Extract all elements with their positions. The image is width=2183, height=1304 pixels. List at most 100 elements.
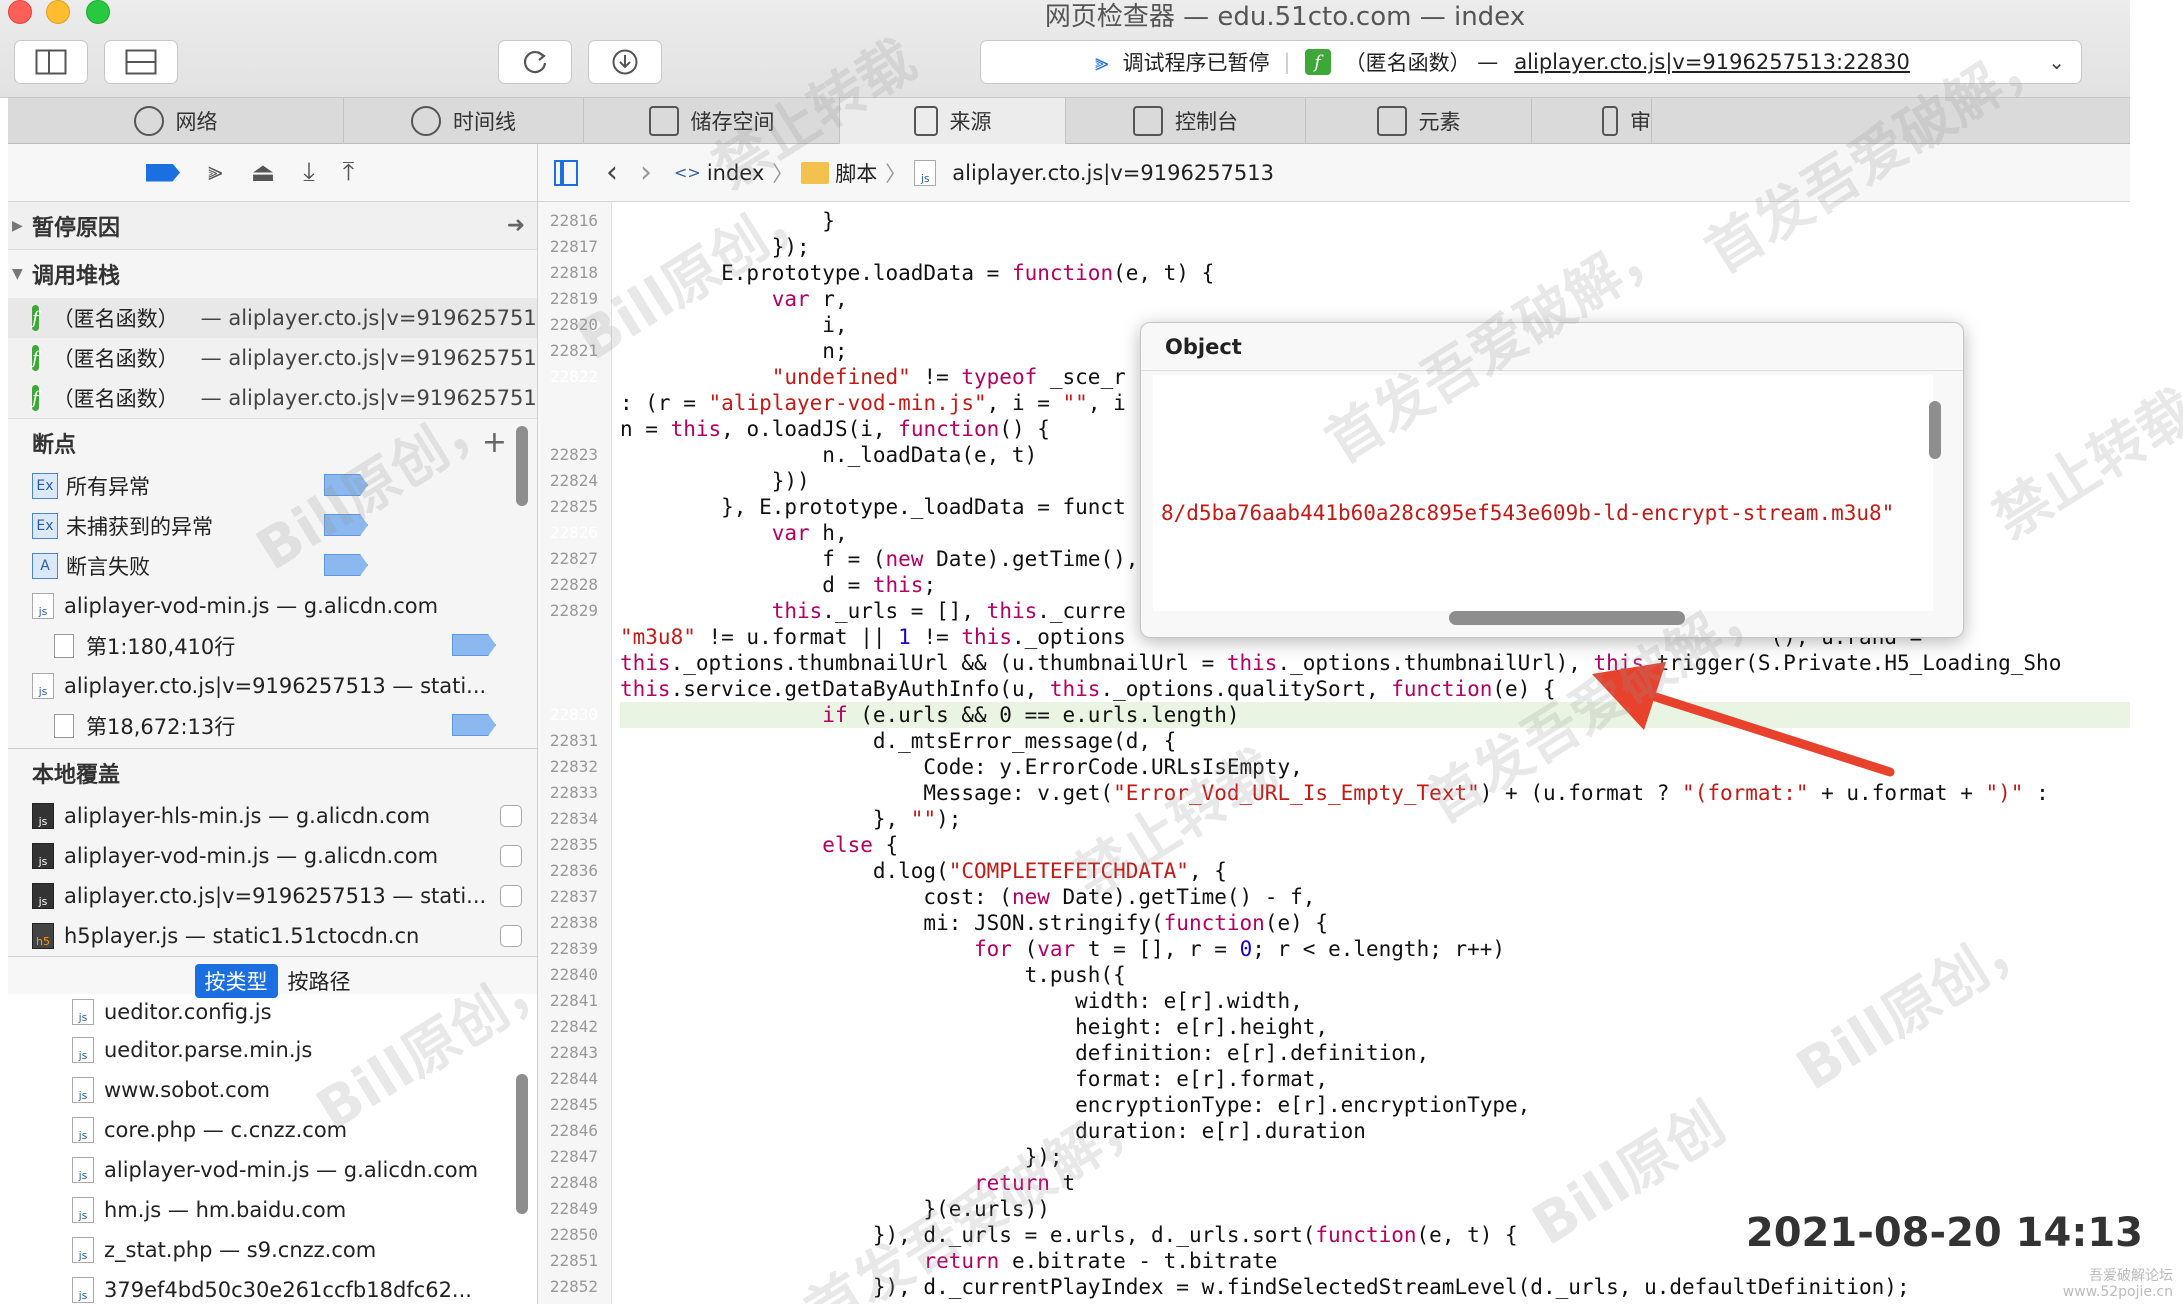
- pause-reason-header[interactable]: ▶ 暂停原因 ➜: [8, 202, 537, 250]
- line-number[interactable]: 22822: [538, 364, 598, 390]
- line-number[interactable]: 22843: [538, 1040, 598, 1066]
- line-number[interactable]: 22819: [538, 286, 598, 312]
- line-number[interactable]: 22847: [538, 1144, 598, 1170]
- line-number[interactable]: 22823: [538, 442, 598, 468]
- breadcrumb-item[interactable]: 脚本: [801, 158, 877, 188]
- breakpoint-all-exceptions[interactable]: Ex 所有异常: [8, 466, 537, 506]
- breadcrumb-item[interactable]: <> index: [674, 161, 764, 185]
- breakpoint-toggle[interactable]: [452, 714, 496, 736]
- tab-sources[interactable]: 来源: [840, 98, 1066, 144]
- toggle-left-sidebar-button[interactable]: [14, 40, 88, 84]
- line-number-gutter[interactable]: 22816 22817 22818 22819 22820 22821 22822 22823…: [538, 202, 612, 1304]
- breakpoint-toggle[interactable]: [324, 554, 368, 576]
- line-number[interactable]: [538, 390, 598, 416]
- line-number[interactable]: 22839: [538, 936, 598, 962]
- tab-console[interactable]: 控制台: [1066, 98, 1306, 144]
- paused-file-link[interactable]: aliplayer.cto.js|v=9196257513:22830: [1514, 50, 1910, 74]
- toggle-bottom-panel-button[interactable]: [104, 40, 178, 84]
- call-stack-frame[interactable]: f （匿名函数） — aliplayer.cto.js|v=9196257513: [8, 338, 537, 378]
- line-number[interactable]: 22832: [538, 754, 598, 780]
- line-number[interactable]: 22834: [538, 806, 598, 832]
- override-checkbox[interactable]: [500, 885, 522, 907]
- line-number[interactable]: 22841: [538, 988, 598, 1014]
- breakpoint-file[interactable]: js aliplayer-vod-min.js — g.alicdn.com: [8, 586, 537, 626]
- group-by-type-button[interactable]: 按类型: [194, 964, 278, 998]
- disclosure-triangle-icon[interactable]: ▼: [12, 266, 23, 282]
- object-preview-popover[interactable]: Object 8/d5ba76aab441b60a28c895ef543e609…: [1140, 322, 1964, 638]
- step-out-icon[interactable]: ⤒: [343, 157, 355, 188]
- local-overrides-header[interactable]: 本地覆盖: [8, 748, 537, 796]
- line-number[interactable]: [538, 624, 598, 650]
- override-checkbox[interactable]: [500, 805, 522, 827]
- line-number[interactable]: 22821: [538, 338, 598, 364]
- breakpoint-line[interactable]: 第1:180,410行: [8, 626, 537, 666]
- breakpoint-toggle[interactable]: [452, 634, 496, 656]
- call-stack-header[interactable]: ▼ 调用堆栈: [8, 250, 537, 298]
- override-item[interactable]: js aliplayer-vod-min.js — g.alicdn.com: [8, 836, 537, 876]
- popover-horizontal-scrollbar[interactable]: [1449, 611, 1685, 625]
- line-number[interactable]: 22846: [538, 1118, 598, 1144]
- line-number[interactable]: 22840: [538, 962, 598, 988]
- line-number[interactable]: 22828: [538, 572, 598, 598]
- forward-icon[interactable]: ›: [640, 155, 652, 190]
- breakpoint-toggle[interactable]: [324, 474, 368, 496]
- line-number[interactable]: 22844: [538, 1066, 598, 1092]
- breakpoint-uncaught-exceptions[interactable]: Ex 未捕获到的异常: [8, 506, 537, 546]
- step-over-icon[interactable]: ⏏: [251, 158, 276, 188]
- line-number[interactable]: 22827: [538, 546, 598, 572]
- line-number[interactable]: 22830: [538, 702, 598, 728]
- line-number[interactable]: 22831: [538, 728, 598, 754]
- resource-item[interactable]: js hm.js — hm.baidu.com: [8, 1190, 537, 1230]
- override-item[interactable]: js aliplayer.cto.js|v=9196257513 — stati…: [8, 876, 537, 916]
- back-icon[interactable]: ‹: [606, 155, 618, 190]
- go-to-arrow-icon[interactable]: ➜: [507, 213, 525, 238]
- override-checkbox[interactable]: [500, 845, 522, 867]
- line-number[interactable]: [538, 416, 598, 442]
- line-number[interactable]: 22837: [538, 884, 598, 910]
- tab-storage[interactable]: 储存空间: [584, 98, 840, 144]
- line-number[interactable]: 22838: [538, 910, 598, 936]
- download-button[interactable]: [588, 40, 662, 84]
- line-number[interactable]: 22849: [538, 1196, 598, 1222]
- breakpoints-header[interactable]: 断点 +: [8, 418, 537, 466]
- line-number[interactable]: 22852: [538, 1274, 598, 1300]
- breakpoint-file[interactable]: js aliplayer.cto.js|v=9196257513 — stati…: [8, 666, 537, 706]
- line-number[interactable]: 22851: [538, 1248, 598, 1274]
- tab-timeline[interactable]: 时间线: [344, 98, 584, 144]
- line-number[interactable]: 22824: [538, 468, 598, 494]
- line-number[interactable]: 22836: [538, 858, 598, 884]
- disclosure-triangle-icon[interactable]: ▶: [12, 218, 23, 234]
- line-number[interactable]: 22850: [538, 1222, 598, 1248]
- step-into-icon[interactable]: ⤓: [303, 157, 315, 188]
- resource-item[interactable]: js www.sobot.com: [8, 1070, 537, 1110]
- group-by-path-button[interactable]: 按路径: [288, 966, 351, 996]
- resource-item[interactable]: js z_stat.php — s9.cnzz.com: [8, 1230, 537, 1270]
- sidebar-scrollbar[interactable]: [516, 426, 528, 506]
- popover-vertical-scrollbar[interactable]: [1929, 401, 1941, 459]
- add-breakpoint-icon[interactable]: +: [482, 425, 507, 460]
- breakpoint-line[interactable]: 第18,672:13行: [8, 706, 537, 746]
- line-number[interactable]: 22816: [538, 208, 598, 234]
- chevron-down-icon[interactable]: ⌄: [2048, 50, 2065, 74]
- line-number[interactable]: [538, 650, 598, 676]
- breadcrumb-item[interactable]: js aliplayer.cto.js|v=9196257513: [914, 159, 1274, 186]
- breakpoints-toggle-icon[interactable]: [146, 163, 180, 182]
- resource-list-scrollbar[interactable]: [516, 1074, 528, 1214]
- breakpoint-toggle[interactable]: [324, 514, 368, 536]
- line-number[interactable]: 22820: [538, 312, 598, 338]
- call-stack-frame[interactable]: f （匿名函数） — aliplayer.cto.js|v=9196257513: [8, 378, 537, 418]
- line-number[interactable]: 22835: [538, 832, 598, 858]
- resource-item[interactable]: js aliplayer-vod-min.js — g.alicdn.com: [8, 1150, 537, 1190]
- reload-button[interactable]: [498, 40, 572, 84]
- line-number[interactable]: 22845: [538, 1092, 598, 1118]
- resource-item[interactable]: js ueditor.config.js: [8, 994, 537, 1030]
- call-stack-frame[interactable]: f （匿名函数） — aliplayer.cto.js|v=9196257513: [8, 298, 537, 338]
- navigation-sidebar-icon[interactable]: [554, 159, 578, 186]
- line-number[interactable]: 22829: [538, 598, 598, 624]
- tab-audit[interactable]: 审: [1532, 98, 1652, 144]
- line-number[interactable]: 22826: [538, 520, 598, 546]
- line-number[interactable]: [538, 676, 598, 702]
- resource-item[interactable]: js 379ef4bd50c30e261ccfb18dfc62...: [8, 1270, 537, 1304]
- line-number[interactable]: 22848: [538, 1170, 598, 1196]
- line-number[interactable]: 22818: [538, 260, 598, 286]
